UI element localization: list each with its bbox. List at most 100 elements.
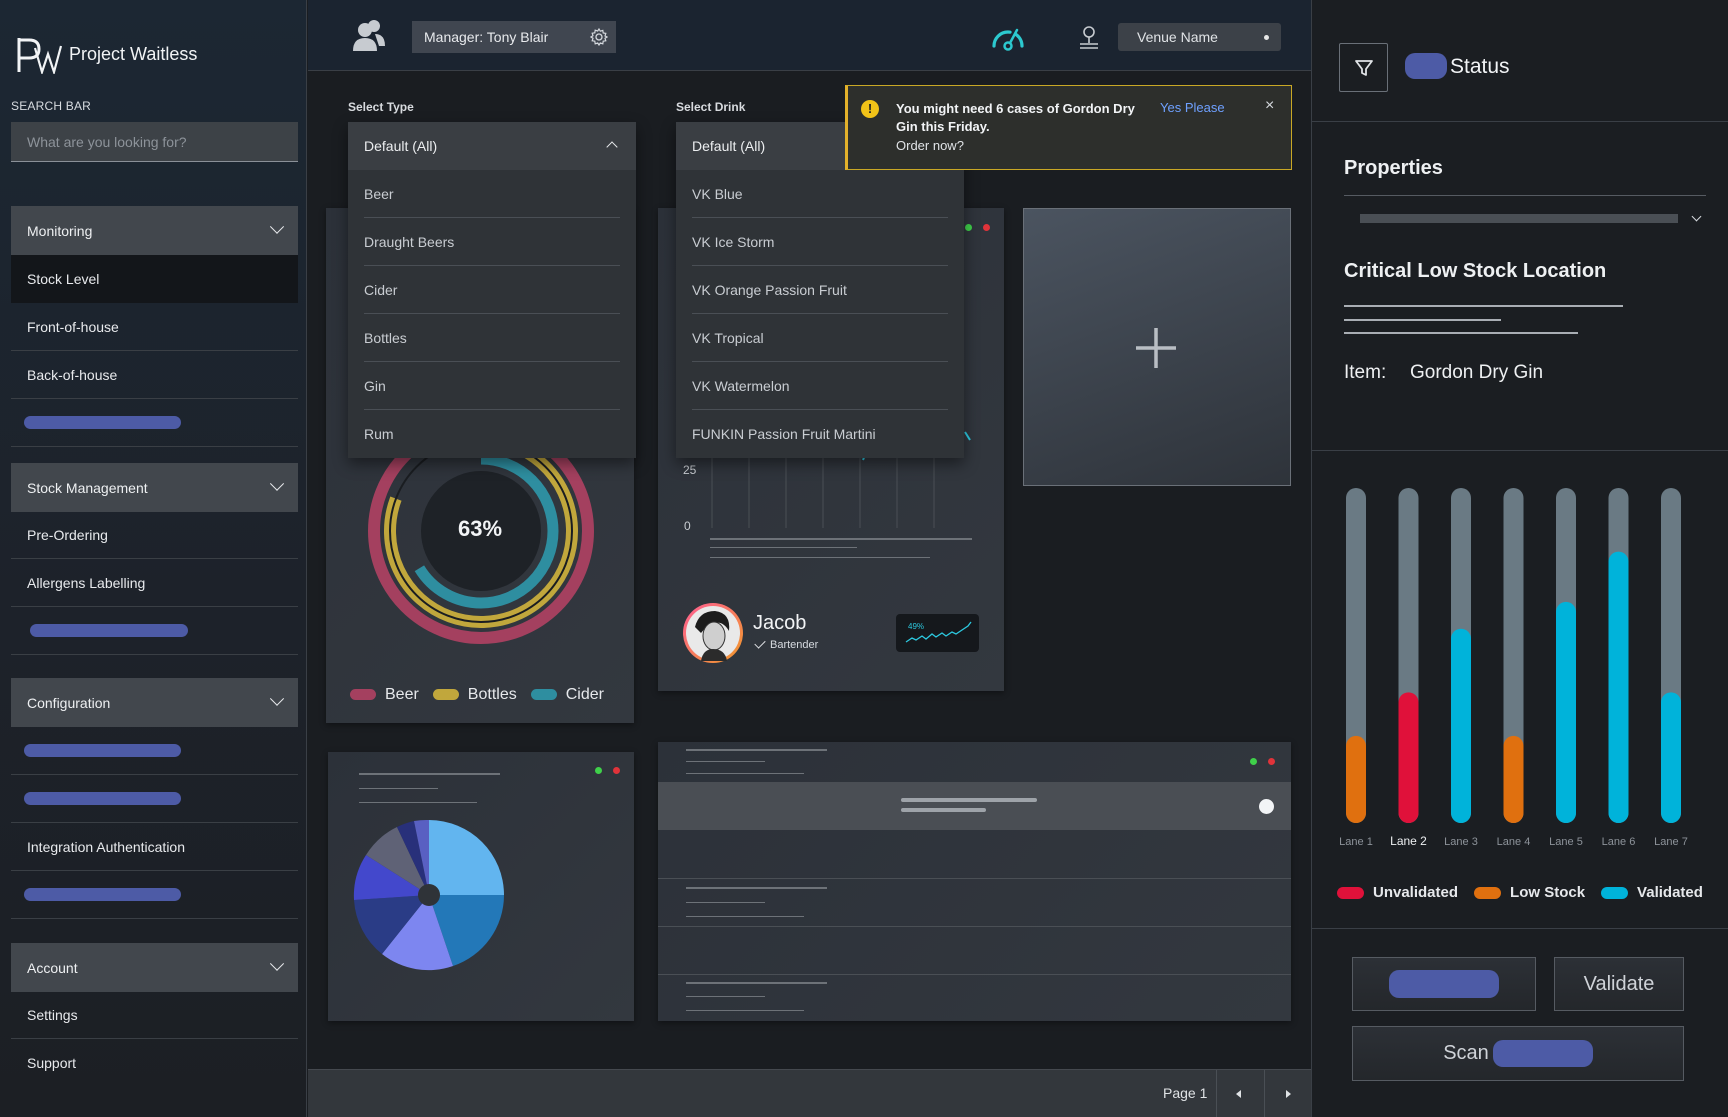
- lane-label: Lane 6: [1602, 836, 1636, 848]
- prev-page-icon[interactable]: [1236, 1090, 1241, 1098]
- group-label: Stock Management: [27, 479, 148, 496]
- sidebar-item-pre-ordering[interactable]: Pre-Ordering: [11, 511, 298, 559]
- placeholder-pill: [24, 744, 181, 757]
- lane-legend: Unvalidated Low Stock Validated: [1337, 884, 1703, 901]
- text-placeholder-line: [901, 798, 1037, 802]
- lane-bar[interactable]: [1661, 692, 1681, 823]
- status-green-dot: [965, 224, 972, 231]
- option-cider[interactable]: Cider: [364, 266, 620, 314]
- divider: [658, 878, 1291, 879]
- gear-icon[interactable]: [590, 28, 608, 46]
- option-gin[interactable]: Gin: [364, 362, 620, 410]
- yes-please-link[interactable]: Yes Please: [1160, 100, 1225, 115]
- option-funkin-passion-fruit-martini[interactable]: FUNKIN Passion Fruit Martini: [692, 410, 948, 458]
- status-green-dot: [1250, 758, 1257, 765]
- critical-heading: Critical Low Stock Location: [1344, 260, 1607, 282]
- chevron-up-icon[interactable]: [606, 141, 618, 153]
- sidebar: Project Waitless SEARCH BAR Monitoring S…: [0, 0, 307, 1117]
- validate-button[interactable]: Validate: [1554, 957, 1684, 1011]
- select-type-dropdown[interactable]: Default (All) Beer Draught Beers Cider B…: [348, 122, 636, 458]
- group-account[interactable]: Account: [11, 943, 298, 992]
- text-placeholder-line: [686, 749, 827, 751]
- chevron-down-icon: [269, 691, 285, 706]
- sidebar-item-back-of-house[interactable]: Back-of-house: [11, 351, 298, 399]
- scan-label: Scan: [1443, 1042, 1489, 1064]
- option-vk-blue[interactable]: VK Blue: [692, 170, 948, 218]
- list-row-selected[interactable]: [658, 782, 1291, 830]
- legend-swatch: [1474, 887, 1502, 900]
- status-toggle-button[interactable]: [1352, 957, 1536, 1011]
- add-card-button[interactable]: [1023, 208, 1291, 486]
- lane-bar[interactable]: [1503, 735, 1524, 823]
- pagination-bar: Page 1: [308, 1069, 1311, 1117]
- manager-label: Manager: Tony Blair: [424, 29, 549, 45]
- group-monitoring[interactable]: Monitoring: [11, 206, 298, 255]
- legend-label: Low Stock: [1510, 884, 1586, 901]
- venue-selector[interactable]: Venue Name: [1118, 23, 1281, 51]
- property-select[interactable]: [1360, 214, 1678, 223]
- legend-label: Bottles: [467, 686, 517, 703]
- lane-bar[interactable]: [1346, 735, 1366, 823]
- group-label: Monitoring: [27, 222, 93, 239]
- chevron-down-icon: [269, 219, 285, 234]
- scan-button[interactable]: Scan: [1352, 1026, 1684, 1081]
- order-notification: ! You might need 6 cases of Gordon Dry G…: [845, 85, 1292, 170]
- text-placeholder-line: [686, 1010, 804, 1011]
- sidebar-item-settings[interactable]: Settings: [11, 991, 298, 1039]
- lane-bar[interactable]: [1398, 692, 1419, 823]
- sidebar-item-placeholder[interactable]: [11, 871, 298, 919]
- sidebar-item-placeholder[interactable]: [11, 727, 298, 775]
- sidebar-item-stock-level[interactable]: Stock Level: [11, 255, 298, 303]
- group-configuration[interactable]: Configuration: [11, 678, 298, 727]
- manager-selector[interactable]: Manager: Tony Blair: [412, 21, 616, 53]
- sidebar-item-integration-authentication[interactable]: Integration Authentication: [11, 823, 298, 871]
- status-pill[interactable]: [1405, 53, 1447, 79]
- sidebar-item-front-of-house[interactable]: Front-of-house: [11, 303, 298, 351]
- group-stock-management[interactable]: Stock Management: [11, 463, 298, 512]
- legend-item-cider: Cider: [530, 686, 604, 704]
- sidebar-item-placeholder[interactable]: [11, 399, 298, 447]
- option-rum[interactable]: Rum: [364, 410, 620, 458]
- option-draught-beers[interactable]: Draught Beers: [364, 218, 620, 266]
- plus-icon: [1136, 328, 1176, 368]
- lane-bar[interactable]: [1608, 551, 1629, 823]
- text-placeholder-line: [1344, 319, 1501, 321]
- option-beer[interactable]: Beer: [364, 170, 620, 218]
- option-vk-ice-storm[interactable]: VK Ice Storm: [692, 218, 948, 266]
- option-bottles[interactable]: Bottles: [364, 314, 620, 362]
- speedometer-icon[interactable]: [990, 20, 1026, 52]
- check-circle-icon[interactable]: [1259, 799, 1274, 814]
- select-drink-dropdown[interactable]: Default (All) VK Blue VK Ice Storm VK Or…: [676, 122, 964, 458]
- donut-legend: Beer Bottles Cider: [350, 686, 604, 704]
- divider: [1264, 1070, 1265, 1117]
- chevron-down-icon[interactable]: [1691, 211, 1702, 222]
- search-input[interactable]: [11, 122, 298, 162]
- lane-bar[interactable]: [1451, 628, 1471, 823]
- option-vk-tropical[interactable]: VK Tropical: [692, 314, 948, 362]
- option-vk-watermelon[interactable]: VK Watermelon: [692, 362, 948, 410]
- sidebar-item-allergens-labelling[interactable]: Allergens Labelling: [11, 559, 298, 607]
- status-label: Status: [1450, 55, 1510, 78]
- legend-label: Validated: [1637, 884, 1703, 901]
- close-icon[interactable]: ×: [1265, 97, 1274, 115]
- users-icon[interactable]: [353, 18, 385, 52]
- dropdown-dot-icon: [1264, 35, 1269, 40]
- chevron-down-icon: [269, 956, 285, 971]
- next-page-icon[interactable]: [1286, 1090, 1291, 1098]
- location-pin-icon[interactable]: [1077, 24, 1101, 50]
- filter-icon: [1355, 60, 1373, 76]
- sidebar-item-placeholder[interactable]: [11, 607, 298, 655]
- placeholder-pill: [30, 624, 188, 637]
- sidebar-item-support[interactable]: Support: [11, 1039, 298, 1087]
- sidebar-item-placeholder[interactable]: [11, 775, 298, 823]
- text-placeholder-line: [710, 557, 930, 558]
- select-type-value-row[interactable]: Default (All): [348, 122, 636, 170]
- text-placeholder-line: [686, 902, 765, 903]
- text-placeholder-line: [686, 773, 804, 774]
- lane-bar[interactable]: [1556, 601, 1576, 823]
- divider: [658, 974, 1291, 975]
- avatar[interactable]: [683, 603, 743, 663]
- filter-button[interactable]: [1339, 43, 1388, 92]
- text-placeholder-line: [359, 802, 477, 803]
- option-vk-orange-passion-fruit[interactable]: VK Orange Passion Fruit: [692, 266, 948, 314]
